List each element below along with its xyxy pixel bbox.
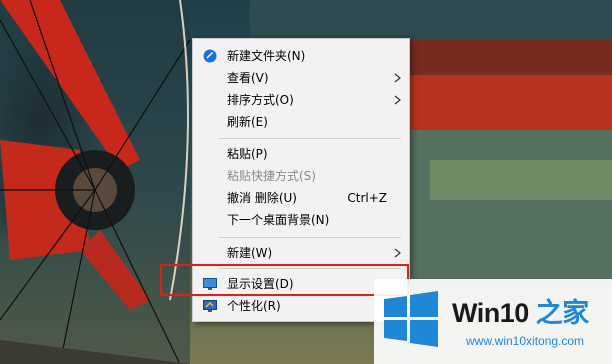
menu-item-label: 新建文件夹(N): [227, 49, 306, 63]
menu-item-label: 下一个桌面背景(N): [227, 213, 330, 227]
menu-item-label: 新建(W): [227, 246, 273, 260]
menu-item-label: 粘贴(P): [227, 147, 268, 161]
menu-item-label: 撤消 删除(U): [227, 191, 297, 205]
watermark-url: www.win10xitong.com: [466, 334, 585, 348]
windows-logo-icon: [384, 291, 438, 347]
menu-separator: [219, 138, 401, 139]
menu-item-shortcut: Ctrl+Z: [347, 191, 387, 205]
menu-item-refresh[interactable]: 刷新(E): [193, 111, 409, 133]
personalize-icon: [203, 300, 217, 312]
menu-item-sort-by[interactable]: 排序方式(O): [193, 89, 409, 111]
watermark-logo: Win10 之家 www.win10xitong.com: [374, 279, 612, 364]
menu-separator: [219, 237, 401, 238]
menu-item-paste-shortcut: 粘贴快捷方式(S): [193, 165, 409, 187]
menu-item-label: 刷新(E): [227, 115, 268, 129]
highlight-box-annotation: [160, 264, 409, 296]
watermark-brand-accent: 之家: [528, 298, 590, 328]
menu-item-next-background[interactable]: 下一个桌面背景(N): [193, 209, 409, 231]
menu-item-undo-delete[interactable]: 撤消 删除(U) Ctrl+Z: [193, 187, 409, 209]
watermark-brand: Win10 之家: [452, 291, 589, 330]
menu-item-label: 查看(V): [227, 71, 269, 85]
menu-item-new[interactable]: 新建(W): [193, 242, 409, 264]
menu-item-paste[interactable]: 粘贴(P): [193, 143, 409, 165]
menu-item-label: 排序方式(O): [227, 93, 294, 107]
new-folder-icon: [203, 49, 217, 63]
chevron-right-icon: [394, 95, 401, 105]
chevron-right-icon: [394, 73, 401, 83]
menu-item-label: 粘贴快捷方式(S): [227, 169, 316, 183]
chevron-right-icon: [394, 248, 401, 258]
menu-item-view[interactable]: 查看(V): [193, 67, 409, 89]
menu-item-label: 个性化(R): [227, 299, 281, 313]
watermark-brand-main: Win10: [452, 298, 529, 328]
menu-item-new-folder[interactable]: 新建文件夹(N): [193, 45, 409, 67]
